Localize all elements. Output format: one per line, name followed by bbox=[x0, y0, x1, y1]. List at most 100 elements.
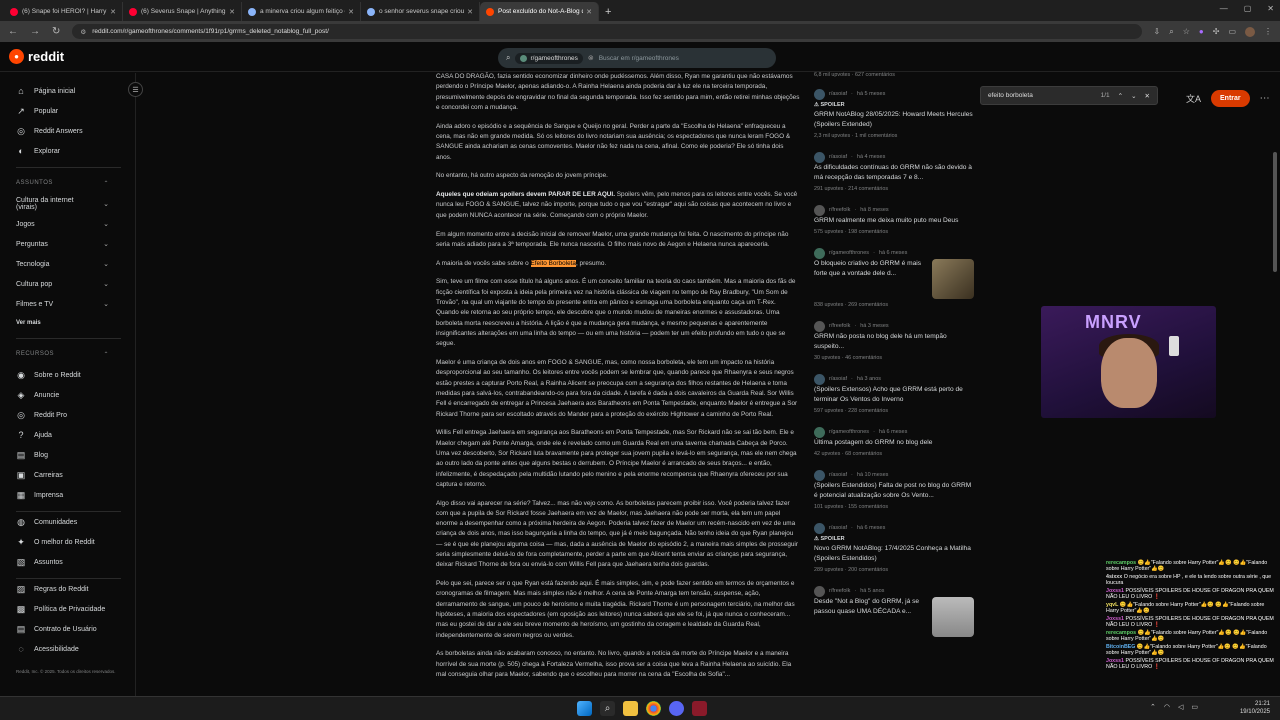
subreddit-name[interactable]: r/asoiaf bbox=[829, 376, 847, 382]
taskbar-search-icon[interactable]: ⌕ bbox=[600, 701, 615, 716]
subreddit-name[interactable]: r/freefolk bbox=[829, 588, 850, 594]
browser-tab[interactable]: Post excluído do Not-A-Blog d... ✕ bbox=[480, 2, 599, 21]
collapse-sidebar-icon[interactable]: ☰ bbox=[128, 82, 143, 97]
sidebar-item[interactable]: ◎ Reddit Answers bbox=[16, 121, 135, 141]
tab-close-icon[interactable]: ✕ bbox=[348, 8, 354, 16]
subreddit-name[interactable]: r/gameofthrones bbox=[829, 250, 869, 256]
related-post[interactable]: r/freefolk · há 8 meses GRRM realmente me d… bbox=[814, 204, 974, 235]
forward-icon[interactable]: → bbox=[30, 26, 40, 37]
translate-icon[interactable]: 文A bbox=[1186, 92, 1201, 105]
subreddit-name[interactable]: r/asoiaf bbox=[829, 91, 847, 97]
browser-tab[interactable]: o senhor severus snape criou al...✕ bbox=[361, 2, 480, 21]
see-more-link[interactable]: Ver mais bbox=[16, 314, 135, 332]
subreddit-name[interactable]: r/freefolk bbox=[829, 323, 850, 329]
tab-close-icon[interactable]: ✕ bbox=[586, 8, 592, 16]
related-post[interactable]: r/asoiaf · há 5 meses ⚠ SPOILER GRRM NotABlo… bbox=[814, 88, 974, 139]
menu-dots-icon[interactable]: ⋮ bbox=[1264, 27, 1272, 36]
find-input[interactable]: efeito borboleta bbox=[988, 92, 1093, 99]
find-prev-icon[interactable]: ⌃ bbox=[1118, 92, 1123, 100]
related-post[interactable]: r/freefolk · há 5 anos Desde "Not a Blog" d… bbox=[814, 585, 974, 637]
page-scrollbar[interactable] bbox=[1272, 72, 1278, 696]
subreddit-name[interactable]: r/asoiaf bbox=[829, 472, 847, 478]
topics-header[interactable]: ASSUNTOS ⌃ bbox=[16, 172, 135, 194]
sidebar-community-item[interactable]: ✦ O melhor do Reddit bbox=[16, 532, 135, 552]
search-input[interactable]: Buscar em r/gameofthrones bbox=[599, 55, 679, 62]
back-icon[interactable]: ← bbox=[8, 26, 18, 37]
post-title[interactable]: (Spoilers Estendidos) Falta de post no b… bbox=[814, 481, 974, 501]
file-explorer-icon[interactable] bbox=[623, 701, 638, 716]
find-icon[interactable]: ⌕ bbox=[1169, 27, 1173, 37]
close-window-icon[interactable]: ✕ bbox=[1267, 4, 1274, 13]
post-title[interactable]: Novo GRRM NotABlog: 17/4/2025 Conheça a … bbox=[814, 544, 974, 564]
post-thumbnail[interactable] bbox=[932, 259, 974, 299]
taskbar-clock[interactable]: 21:21 19/10/2025 bbox=[1240, 700, 1270, 716]
battery-icon[interactable]: ▭ bbox=[1191, 703, 1198, 711]
tab-close-icon[interactable]: ✕ bbox=[467, 8, 473, 16]
volume-icon[interactable]: ◁ bbox=[1178, 703, 1183, 711]
sidebar-resource[interactable]: ◈ Anuncie bbox=[16, 385, 135, 405]
sidebar-topic[interactable]: Cultura pop ⌄ bbox=[16, 274, 135, 294]
sidebar-resource[interactable]: ◉ Sobre o Reddit bbox=[16, 365, 135, 385]
post-title[interactable]: O bloqueio criativo do GRRM é mais forte… bbox=[814, 259, 926, 299]
related-post[interactable]: r/asoiaf · há 3 anos (Spoilers Extensos) Ac… bbox=[814, 373, 974, 414]
sidebar-resource[interactable]: ▦ Imprensa bbox=[16, 485, 135, 505]
obs-icon[interactable] bbox=[692, 701, 707, 716]
sidebar-item[interactable]: ◐ Explorar bbox=[16, 141, 135, 161]
clear-chip-icon[interactable]: ⊗ bbox=[588, 54, 594, 62]
subreddit-chip[interactable]: r/gameofthrones bbox=[515, 52, 583, 64]
related-post[interactable]: r/freefolk · há 3 meses GRRM não posta no b… bbox=[814, 320, 974, 361]
browser-tab[interactable]: (6) Severus Snape | Anything | A...✕ bbox=[123, 2, 242, 21]
maximize-icon[interactable]: ▢ bbox=[1244, 4, 1252, 13]
sidebar-topic[interactable]: Perguntas ⌄ bbox=[16, 234, 135, 254]
sidebar-community-item[interactable]: ▧ Assuntos bbox=[16, 552, 135, 572]
resources-header[interactable]: RECURSOS ⌃ bbox=[16, 343, 135, 365]
sidebar-legal-item[interactable]: ▨ Regras do Reddit bbox=[16, 579, 135, 599]
reddit-logo[interactable]: ● reddit bbox=[9, 49, 64, 64]
minimize-icon[interactable]: — bbox=[1220, 4, 1228, 13]
extensions-puzzle-icon[interactable]: ✣ bbox=[1213, 27, 1220, 36]
sidebar-item[interactable]: ⌂ Página inicial bbox=[16, 81, 135, 101]
search-bar[interactable]: ⌕ r/gameofthrones ⊗ Buscar em r/gameofth… bbox=[498, 48, 776, 68]
sidebar-legal-item[interactable]: ◌ Acessibilidade bbox=[16, 639, 135, 659]
reload-icon[interactable]: ↻ bbox=[52, 26, 60, 37]
bookmark-star-icon[interactable]: ☆ bbox=[1183, 27, 1190, 36]
related-post[interactable]: r/asoiaf · há 4 meses As dificuldades contí… bbox=[814, 151, 974, 192]
post-title[interactable]: Desde "Not a Blog" do GRRM, já se passou… bbox=[814, 597, 926, 637]
profile-avatar[interactable] bbox=[1245, 26, 1255, 37]
more-options-icon[interactable]: ⋯ bbox=[1260, 93, 1270, 104]
browser-tab[interactable]: (6) Snape foi HERÓI? | Harry Po...✕ bbox=[4, 2, 123, 21]
sidebar-resource[interactable]: ◎ Reddit Pro bbox=[16, 405, 135, 425]
sidebar-legal-item[interactable]: ▩ Política de Privacidade bbox=[16, 599, 135, 619]
subreddit-name[interactable]: r/asoiaf bbox=[829, 154, 847, 160]
subreddit-name[interactable]: r/freefolk bbox=[829, 207, 850, 213]
discord-icon[interactable] bbox=[669, 701, 684, 716]
install-icon[interactable]: ⇩ bbox=[1154, 27, 1161, 36]
post-title[interactable]: As dificuldades contínuas do GRRM não sã… bbox=[814, 163, 974, 183]
related-post[interactable]: r/gameofthrones · há 6 meses O bloqueio cri… bbox=[814, 247, 974, 308]
sidebar-resource[interactable]: ? Ajuda bbox=[16, 425, 135, 445]
sidebar-topic[interactable]: Jogos ⌄ bbox=[16, 214, 135, 234]
sidebar-topic[interactable]: Cultura da internet (virais) ⌄ bbox=[16, 194, 135, 214]
sidebar-topic[interactable]: Tecnologia ⌄ bbox=[16, 254, 135, 274]
url-field[interactable]: ⚙ reddit.com/r/gameofthrones/comments/1f… bbox=[72, 24, 1142, 39]
post-title[interactable]: Última postagem do GRRM no blog dele bbox=[814, 438, 974, 448]
tray-expand-icon[interactable]: ⌃ bbox=[1150, 703, 1156, 711]
subreddit-name[interactable]: r/asoiaf bbox=[829, 525, 847, 531]
new-tab-button[interactable]: + bbox=[599, 2, 617, 21]
post-title[interactable]: GRRM NotABlog 28/05/2025: Howard Meets H… bbox=[814, 110, 974, 130]
extension-icon[interactable]: ● bbox=[1199, 27, 1204, 36]
chrome-icon[interactable] bbox=[646, 701, 661, 716]
find-close-icon[interactable]: ✕ bbox=[1145, 92, 1150, 100]
related-post[interactable]: r/asoiaf · há 10 meses (Spoilers Estendidos… bbox=[814, 469, 974, 510]
post-thumbnail[interactable] bbox=[932, 597, 974, 637]
post-title[interactable]: (Spoilers Extensos) Acho que GRRM está p… bbox=[814, 385, 974, 405]
login-button[interactable]: Entrar bbox=[1211, 90, 1250, 107]
sidepanel-icon[interactable]: ▭ bbox=[1228, 27, 1236, 36]
tab-close-icon[interactable]: ✕ bbox=[110, 8, 116, 16]
sidebar-resource[interactable]: ▤ Blog bbox=[16, 445, 135, 465]
wifi-icon[interactable]: ◠ bbox=[1164, 703, 1170, 711]
sidebar-community-item[interactable]: ◍ Comunidades bbox=[16, 512, 135, 532]
windows-start-icon[interactable] bbox=[577, 701, 592, 716]
scrollbar-thumb[interactable] bbox=[1273, 152, 1277, 272]
find-next-icon[interactable]: ⌄ bbox=[1131, 92, 1136, 100]
